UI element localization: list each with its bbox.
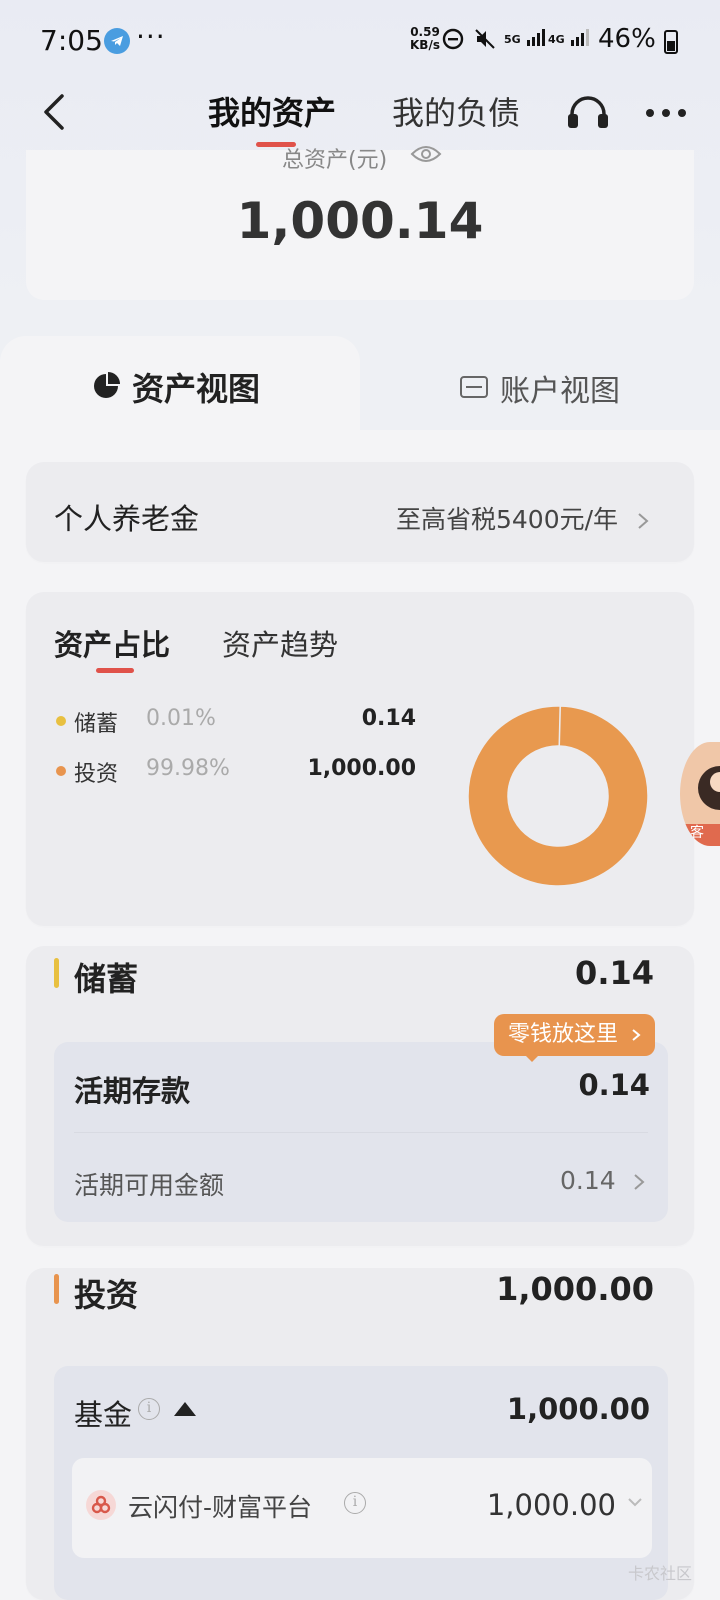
demand-deposit-title: 活期存款 bbox=[74, 1074, 191, 1108]
investment-total: 1,000.00 bbox=[496, 1270, 654, 1308]
tab-asset-view[interactable]: 资产视图 bbox=[132, 364, 260, 410]
triangle-up-icon[interactable] bbox=[174, 1402, 196, 1416]
savings-title: 储蓄 bbox=[74, 960, 139, 998]
status-time: 7:05 bbox=[40, 24, 103, 57]
asset-donut-chart bbox=[467, 705, 649, 887]
pension-promo[interactable]: 至高省税5400元/年 bbox=[396, 500, 650, 536]
signal-5g-icon: 5G bbox=[504, 28, 547, 46]
legend-value-investment: 1,000.00 bbox=[307, 756, 416, 781]
tab-asset-trend[interactable]: 资产趋势 bbox=[222, 622, 338, 664]
promo-bubble-tail bbox=[524, 1054, 540, 1062]
info-icon[interactable]: i bbox=[344, 1492, 366, 1514]
floating-service-label: 客 bbox=[690, 825, 704, 841]
fund-value: 1,000.00 bbox=[506, 1392, 650, 1426]
customer-service-button[interactable] bbox=[566, 94, 610, 134]
investment-accent-bar bbox=[54, 1274, 59, 1304]
pension-title: 个人养老金 bbox=[54, 502, 200, 536]
savings-total: 0.14 bbox=[575, 954, 654, 992]
network-speed: 0.59 KB/s bbox=[410, 26, 440, 52]
total-assets-value: 1,000.14 bbox=[236, 192, 484, 250]
pie-chart-icon bbox=[92, 372, 120, 400]
mute-icon bbox=[474, 28, 496, 56]
tab-my-liabilities[interactable]: 我的负债 bbox=[392, 88, 520, 134]
breakdown-tab-indicator bbox=[96, 668, 134, 673]
legend-dot-investment bbox=[56, 766, 66, 776]
headset-icon bbox=[568, 96, 608, 128]
info-icon[interactable]: i bbox=[138, 1398, 160, 1420]
divider bbox=[74, 1132, 648, 1133]
available-amount-value: 0.14 bbox=[560, 1166, 616, 1195]
more-menu-button[interactable] bbox=[644, 92, 688, 127]
sig1-label: 5G bbox=[504, 33, 521, 46]
platform-name: 云闪付-财富平台 bbox=[128, 1493, 313, 1522]
available-amount-row[interactable]: 0.14 bbox=[560, 1166, 646, 1195]
chevron-right-icon bbox=[632, 1029, 641, 1041]
investment-title: 投资 bbox=[74, 1276, 139, 1314]
legend-pct-savings: 0.01% bbox=[146, 706, 216, 731]
chevron-right-icon bbox=[633, 1174, 645, 1190]
legend-name-investment: 投资 bbox=[74, 762, 119, 787]
promo-bubble[interactable]: 零钱放这里 bbox=[494, 1014, 656, 1056]
dnd-icon bbox=[442, 28, 464, 56]
more-notifications-icon: ··· bbox=[136, 20, 166, 53]
promo-bubble-text: 零钱放这里 bbox=[508, 1022, 619, 1047]
more-dots-icon bbox=[646, 109, 686, 117]
total-assets-label: 总资产(元) bbox=[282, 148, 388, 173]
card-icon bbox=[460, 376, 488, 398]
battery-percent: 46% bbox=[598, 24, 656, 54]
savings-accent-bar bbox=[54, 958, 59, 988]
donut-slice-investment bbox=[467, 705, 649, 887]
eye-icon[interactable] bbox=[410, 144, 442, 164]
chevron-down-icon[interactable] bbox=[628, 1494, 642, 1508]
available-amount-label: 活期可用金额 bbox=[74, 1171, 225, 1200]
watermark: 卡农社区 bbox=[628, 1564, 693, 1583]
legend-dot-savings bbox=[56, 716, 66, 726]
net-speed-unit: KB/s bbox=[410, 38, 440, 52]
telegram-icon bbox=[104, 28, 130, 54]
demand-deposit-value: 0.14 bbox=[578, 1068, 650, 1102]
platform-value: 1,000.00 bbox=[486, 1488, 616, 1522]
tab-my-assets[interactable]: 我的资产 bbox=[208, 88, 336, 134]
tab-asset-share[interactable]: 资产占比 bbox=[54, 622, 170, 664]
back-button[interactable] bbox=[36, 90, 76, 134]
sig2-label: 4G bbox=[548, 33, 565, 46]
pension-promo-text: 至高省税5400元/年 bbox=[396, 505, 619, 534]
legend-value-savings: 0.14 bbox=[361, 706, 416, 731]
fund-title: 基金 bbox=[74, 1398, 133, 1432]
signal-4g-icon: 4G bbox=[548, 28, 591, 46]
chevron-right-icon bbox=[638, 513, 649, 529]
legend-name-savings: 储蓄 bbox=[74, 712, 119, 737]
tab-account-view[interactable]: 账户视图 bbox=[500, 366, 620, 410]
platform-logo-icon bbox=[86, 1490, 116, 1520]
battery-icon bbox=[664, 30, 678, 54]
chevron-left-icon bbox=[44, 94, 64, 130]
